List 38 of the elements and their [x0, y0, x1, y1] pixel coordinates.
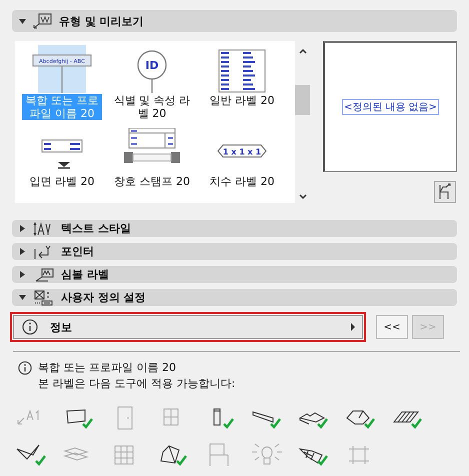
section-header[interactable]: 포인터: [12, 243, 457, 260]
item-label: 창호 스탬프 20: [113, 175, 191, 188]
scroll-down-icon[interactable]: [298, 193, 308, 201]
label-type-item[interactable]: ID 식별 및 속성 라벨 20: [107, 45, 197, 120]
custom-settings-icon: [33, 290, 55, 306]
item-label: 식별 및 속성 라벨 20: [112, 94, 192, 120]
item-label: 일반 라벨 20: [208, 94, 276, 107]
label-type-item[interactable]: 일반 라벨 20: [197, 45, 287, 120]
section-header[interactable]: 사용자 정의 설정: [12, 289, 457, 306]
previous-button[interactable]: <<: [376, 315, 408, 339]
item-label: 복합 또는 프로파일 이름 20: [22, 94, 102, 120]
chair-arrow-button[interactable]: [434, 181, 456, 203]
scrollbar-thumb[interactable]: [295, 85, 310, 115]
info-icon: [22, 319, 38, 335]
id-tag-thumbnail: ID: [117, 47, 187, 93]
applicability-note: 본 라벨은 다음 도구에 적용 가능합니다:: [38, 376, 236, 392]
dimension-tag-thumbnail: 1 x 1 x 1: [207, 128, 277, 174]
label-type-item[interactable]: 1 x 1 x 1 치수 라벨 20: [197, 126, 287, 188]
preview-text: <정의된 내용 없음>: [342, 99, 440, 116]
section-header[interactable]: 유형 및 미리보기: [12, 10, 457, 32]
section-title: 심볼 라벨: [61, 267, 109, 282]
scroll-up-icon[interactable]: [298, 47, 308, 55]
page-selector[interactable]: 정보: [13, 315, 363, 339]
item-label: 치수 라벨 20: [208, 175, 276, 188]
item-label: 입면 라벨 20: [28, 175, 96, 188]
section-header[interactable]: 심볼 라벨: [12, 266, 457, 283]
symbol-label-icon: [33, 268, 55, 282]
section-title: 사용자 정의 설정: [61, 290, 146, 305]
section-title: 포인터: [61, 244, 94, 259]
label-icon: [33, 13, 53, 29]
label-name: 복합 또는 프로파일 이름 20: [38, 360, 177, 376]
info-icon: [18, 361, 32, 375]
section-title: 유형 및 미리보기: [59, 14, 144, 28]
label-type-item[interactable]: 창호 스탬프 20: [107, 126, 197, 188]
label-type-item[interactable]: 입면 라벨 20: [17, 126, 107, 188]
section-title: 텍스트 스타일: [61, 221, 131, 236]
section-header[interactable]: 텍스트 스타일: [12, 220, 457, 237]
caret-icon: [350, 323, 356, 331]
